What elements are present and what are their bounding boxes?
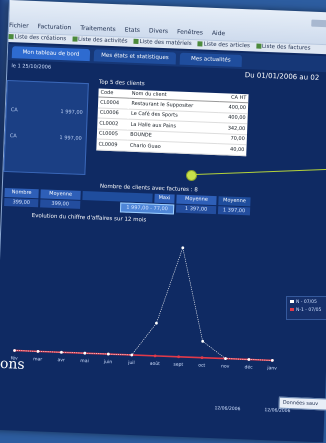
- data-point: [155, 321, 158, 325]
- data-point: [83, 351, 87, 355]
- x-tick-label: juil: [127, 360, 135, 366]
- list-icon: [72, 36, 78, 42]
- menu-item[interactable]: Fenêtres: [177, 28, 203, 36]
- client-ca: 40,00: [217, 143, 247, 156]
- series-line: [14, 246, 273, 361]
- callout-pointer: [186, 168, 326, 181]
- toolbar-item[interactable]: Liste des factures: [255, 43, 311, 52]
- callout-dot: [186, 170, 197, 181]
- legend-label: N - 07/05: [296, 300, 317, 305]
- stat-value: 1 397,00: [175, 204, 217, 215]
- data-point: [130, 353, 134, 357]
- x-tick-label: juin: [103, 359, 113, 365]
- menu-item[interactable]: Etats: [125, 26, 141, 34]
- data-point: [177, 355, 181, 359]
- data-point: [60, 350, 63, 354]
- menu-item[interactable]: Fichier: [9, 22, 29, 30]
- list-icon: [8, 34, 14, 40]
- stat-header: [82, 190, 153, 203]
- toolbar-item-label: Liste des articles: [203, 41, 251, 50]
- toolbar-item[interactable]: Liste des activités: [72, 36, 128, 45]
- data-point: [224, 357, 227, 360]
- data-point: [153, 354, 157, 358]
- x-tick-label: mai: [80, 358, 89, 364]
- top-clients-table: Code Nom du client CA HT CL0004 Restauran…: [96, 88, 249, 156]
- left-date: le 1 25/10/2006: [11, 63, 52, 71]
- stat-header: Moyenne: [218, 196, 251, 207]
- menu-item[interactable]: Divers: [149, 27, 168, 35]
- stat-header: Moyenne: [176, 194, 217, 206]
- data-point: [36, 349, 40, 353]
- stat-value: 399,00: [40, 199, 81, 209]
- list-icon: [133, 38, 139, 45]
- data-point: [270, 358, 274, 362]
- title-bar: Fichier Facturation Traitements Etats Divers…: [8, 0, 326, 55]
- toolbar-item[interactable]: Liste des créations: [8, 34, 66, 42]
- data-point: [13, 349, 16, 352]
- toolbar-item[interactable]: Liste des matériels: [133, 38, 192, 48]
- toolbar-item-label: Liste des activités: [77, 36, 128, 45]
- data-point: [106, 352, 110, 356]
- x-tick-label: déc: [244, 363, 253, 370]
- revenue-line-chart: fév mar avr mai juin juil août sept oct nov déc jan…: [11, 246, 277, 372]
- legend-swatch: [290, 308, 294, 311]
- list-icon: [197, 41, 203, 47]
- kpi-row: CA 1 997,00: [10, 133, 82, 142]
- legend-swatch: [290, 300, 294, 303]
- legend-entry: N - 07/05: [290, 300, 317, 305]
- client-name: Charlo Guao: [127, 140, 218, 155]
- kpi-label: CA: [10, 107, 18, 114]
- status-date: 12/06/2006: [264, 408, 291, 415]
- menu-item[interactable]: Aide: [212, 30, 226, 38]
- stat-value: 399,00: [4, 197, 39, 208]
- x-tick-label: janv: [266, 365, 277, 371]
- toolbar-item[interactable]: Liste des articles: [197, 41, 250, 49]
- client-code: CL0009: [96, 138, 128, 151]
- toolbar-item-label: Liste des factures: [261, 43, 311, 52]
- data-point: [200, 356, 204, 360]
- x-tick-label: nov: [221, 364, 230, 369]
- list-icon: [255, 43, 262, 49]
- date-range: Du 01/01/2006 au 02: [244, 71, 320, 82]
- tab-tableau-de-bord[interactable]: Mon tableau de bord: [11, 46, 91, 62]
- window-controls[interactable]: [311, 19, 326, 28]
- menu-item[interactable]: Facturation: [37, 23, 71, 31]
- kpi-value: 1 997,00: [59, 135, 82, 142]
- x-tick-label: oct: [198, 363, 205, 369]
- legend-entry: N-1 - 07/05: [290, 308, 321, 313]
- chart-legend: N - 07/05 N-1 - 07/05: [286, 296, 326, 320]
- menu-item[interactable]: Traitements: [80, 25, 116, 33]
- stat-header: Moyenne: [40, 189, 81, 200]
- toolbar-item-label: Liste des créations: [14, 34, 67, 43]
- top-clients-panel: Top 5 des clients Code Nom du client CA …: [95, 80, 249, 184]
- x-tick-label: sept: [173, 362, 183, 368]
- kpi-panel: CA 1 997,00 CA 1 997,00: [3, 79, 89, 176]
- legend-label: N-1 - 07/05: [296, 308, 322, 313]
- toolbar-item-label: Liste des matériels: [139, 39, 192, 48]
- x-tick-label: mar: [33, 356, 42, 362]
- app-window: Fichier Facturation Traitements Etats Divers…: [0, 0, 326, 443]
- data-point: [247, 358, 251, 361]
- revenue-chart: fév mar avr mai juin juil août sept oct nov déc jan…: [0, 220, 291, 381]
- data-point: [181, 246, 185, 250]
- kpi-value: 1 997,00: [60, 109, 83, 116]
- status-date: 12/06/2006: [214, 406, 241, 413]
- kpi-row: CA 1 997,00: [11, 107, 83, 116]
- stat-header: Maxi: [154, 193, 175, 204]
- tab-etats-statistiques[interactable]: Mes états et statistiques: [93, 49, 177, 65]
- bottom-caption: ons: [0, 355, 25, 373]
- tab-actualites[interactable]: Mes actualités: [179, 52, 243, 67]
- stat-value: 1 397,00: [217, 206, 251, 216]
- stat-value-selected[interactable]: 1 997,00 - 77,00: [119, 202, 175, 215]
- stat-header: Nombre: [4, 187, 39, 199]
- kpi-label: CA: [9, 133, 17, 140]
- x-tick-label: avr: [57, 357, 65, 363]
- x-tick-label: août: [150, 360, 161, 367]
